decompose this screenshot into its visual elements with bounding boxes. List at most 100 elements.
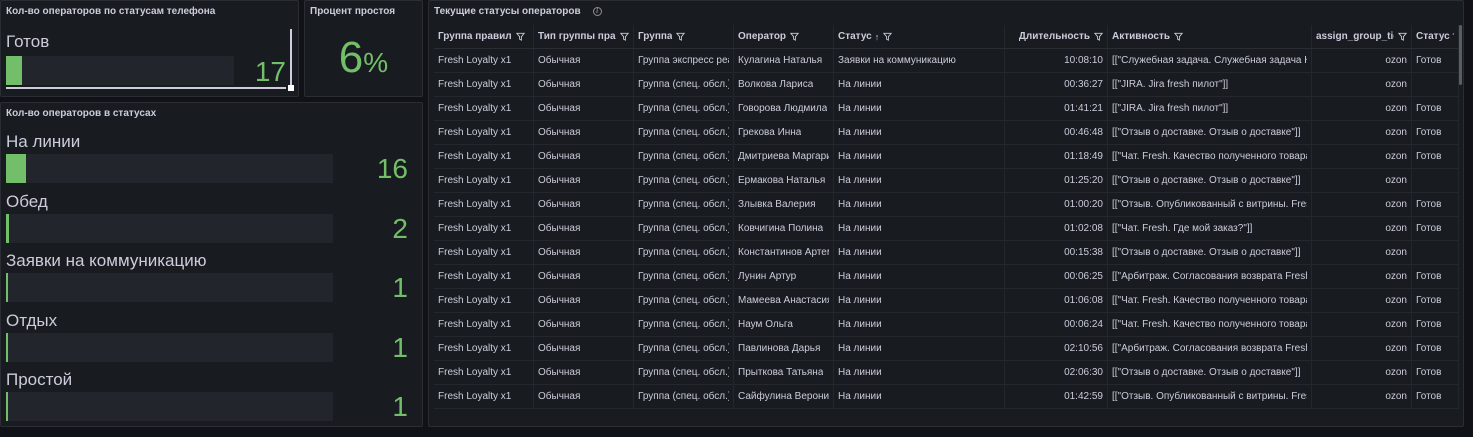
table-row[interactable]: Fresh Loyalty x1 Обычная Группа (спец. обс… (434, 217, 1459, 241)
table-scrollbar[interactable] (1459, 25, 1462, 85)
cell-text: [["Чат. Fresh. Качество полученного това… (1112, 151, 1307, 162)
table-row[interactable]: Fresh Loyalty x1 Обычная Группа (спец. обс… (434, 265, 1459, 289)
column-header[interactable]: Группа правил (434, 25, 534, 48)
sort-ascending-icon[interactable]: ↑ (875, 32, 880, 42)
cell-text: 00:46:48 (1064, 127, 1103, 138)
bar-label: Готов (6, 32, 50, 51)
table-row[interactable]: Fresh Loyalty x1 Обычная Группа (спец. обс… (434, 361, 1459, 385)
filter-icon[interactable] (1174, 32, 1184, 41)
table-cell: Группа (спец. обсл.) (634, 169, 734, 192)
table-cell: Группа (спец. обсл.) (634, 385, 734, 408)
table-cell: Готов (1412, 337, 1459, 360)
table-row[interactable]: Fresh Loyalty x1 Обычная Группа (спец. обс… (434, 193, 1459, 217)
table-row[interactable]: Fresh Loyalty x1 Обычная Группа (спец. обс… (434, 97, 1459, 121)
cell-text: Грекова Инна (738, 127, 802, 138)
cell-text: 01:00:20 (1064, 199, 1103, 210)
table-cell: Константинов Артем (734, 241, 834, 264)
info-icon[interactable]: i (592, 6, 602, 16)
table-cell: 02:06:30 (1005, 361, 1108, 384)
cell-text: Группа (спец. обсл.) (638, 127, 729, 138)
table-cell: ozon (1312, 73, 1412, 96)
cell-text: ozon (1385, 199, 1407, 210)
table-cell: Группа (спец. обсл.) (634, 265, 734, 288)
stat-unit: % (363, 47, 389, 78)
cell-text: Fresh Loyalty x1 (438, 295, 512, 306)
cell-text: Прыткова Татьяна (738, 367, 824, 378)
table-cell: 00:36:27 (1005, 73, 1108, 96)
column-header[interactable]: Длительность (1005, 25, 1108, 48)
column-header[interactable]: Активность (1108, 25, 1312, 48)
table-cell: ozon (1312, 121, 1412, 144)
cell-text: Группа (спец. обсл.) (638, 247, 729, 258)
cell-text: Готов (1416, 295, 1442, 306)
cell-text: Ковчигина Полина (738, 223, 824, 234)
scrollbar-horizontal[interactable] (6, 87, 286, 89)
phone-status-panel: Кол-во операторов по статусам телефона Г… (0, 0, 299, 97)
column-header[interactable]: Группа (634, 25, 734, 48)
table-cell: [["Арбитраж. Согласования возврата Fresh… (1108, 265, 1312, 288)
column-header[interactable]: Тип группы прав (534, 25, 634, 48)
table-cell: Fresh Loyalty x1 (434, 145, 534, 168)
cell-text: Обычная (538, 103, 581, 114)
column-header[interactable]: Статус теле (1412, 25, 1459, 48)
table-row[interactable]: Fresh Loyalty x1 Обычная Группа (спец. обс… (434, 385, 1459, 409)
cell-text: Fresh Loyalty x1 (438, 247, 512, 258)
cell-text: 00:06:25 (1064, 271, 1103, 282)
filter-icon[interactable] (790, 32, 800, 41)
table-cell: ozon (1312, 193, 1412, 216)
table-cell: Готов (1412, 265, 1459, 288)
table-row[interactable]: Fresh Loyalty x1 Обычная Группа (спец. обс… (434, 337, 1459, 361)
table-row[interactable]: Fresh Loyalty x1 Обычная Группа (спец. обс… (434, 313, 1459, 337)
filter-icon[interactable] (676, 32, 686, 41)
table-cell: [["Отзыв. Опубликованный с витрины. Fres… (1108, 385, 1312, 408)
table-row[interactable]: Fresh Loyalty x1 Обычная Группа (спец. обс… (434, 169, 1459, 193)
table-cell: Fresh Loyalty x1 (434, 217, 534, 240)
table-row[interactable]: Fresh Loyalty x1 Обычная Группа (спец. обс… (434, 241, 1459, 265)
cell-text: Готов (1416, 103, 1442, 114)
table-row[interactable]: Fresh Loyalty x1 Обычная Группа экспресс р… (434, 49, 1459, 73)
filter-icon[interactable] (515, 32, 525, 41)
cell-text: На линии (838, 343, 882, 354)
bar-label: Обед (6, 191, 48, 211)
cell-text: 01:25:20 (1064, 175, 1103, 186)
table-row[interactable]: Fresh Loyalty x1 Обычная Группа (спец. обс… (434, 121, 1459, 145)
cell-text: Обычная (538, 391, 581, 402)
filter-icon[interactable] (1398, 32, 1407, 41)
table-cell: Дмитриева Маргарита (734, 145, 834, 168)
filter-icon[interactable] (1094, 32, 1103, 41)
table-row[interactable]: Fresh Loyalty x1 Обычная Группа (спец. обс… (434, 145, 1459, 169)
table-cell: На линии (834, 169, 1005, 192)
cell-text: ozon (1385, 391, 1407, 402)
scrollbar[interactable] (290, 29, 292, 87)
table-cell: На линии (834, 337, 1005, 360)
table-cell: ozon (1312, 241, 1412, 264)
column-header[interactable]: Оператор (734, 25, 834, 48)
bar-gauge (6, 392, 333, 421)
table-cell: 01:42:59 (1005, 385, 1108, 408)
table-cell: Наум Ольга (734, 313, 834, 336)
cell-text: 00:15:38 (1064, 247, 1103, 258)
cell-text: ozon (1385, 55, 1407, 66)
column-header[interactable]: Статус ↑ (834, 25, 1005, 48)
cell-text: Обычная (538, 319, 581, 330)
table-cell: [["Арбитраж. Согласования возврата Fresh… (1108, 337, 1312, 360)
table-row[interactable]: Fresh Loyalty x1 Обычная Группа (спец. обс… (434, 73, 1459, 97)
filter-icon[interactable] (620, 32, 629, 41)
table-cell: Обычная (534, 313, 634, 336)
column-header-label: Группа правил (438, 31, 512, 42)
table-cell: Готов (1412, 313, 1459, 336)
column-header[interactable]: assign_group_ticl (1312, 25, 1412, 48)
cell-text: Группа (спец. обсл.) (638, 367, 729, 378)
cell-text: Обычная (538, 271, 581, 282)
table-cell: Лунин Артур (734, 265, 834, 288)
table-cell: 01:00:20 (1005, 193, 1108, 216)
table-cell: [["Отзыв о доставке. Отзыв о доставке"]] (1108, 169, 1312, 192)
resize-handle[interactable] (288, 85, 294, 91)
column-header-label: Тип группы прав (538, 31, 616, 42)
cell-text: Группа (спец. обсл.) (638, 103, 729, 114)
table-row[interactable]: Fresh Loyalty x1 Обычная Группа (спец. обс… (434, 289, 1459, 313)
cell-text: На линии (838, 319, 882, 330)
cell-text: Обычная (538, 79, 581, 90)
filter-icon[interactable] (883, 32, 893, 41)
cell-text: ozon (1385, 151, 1407, 162)
